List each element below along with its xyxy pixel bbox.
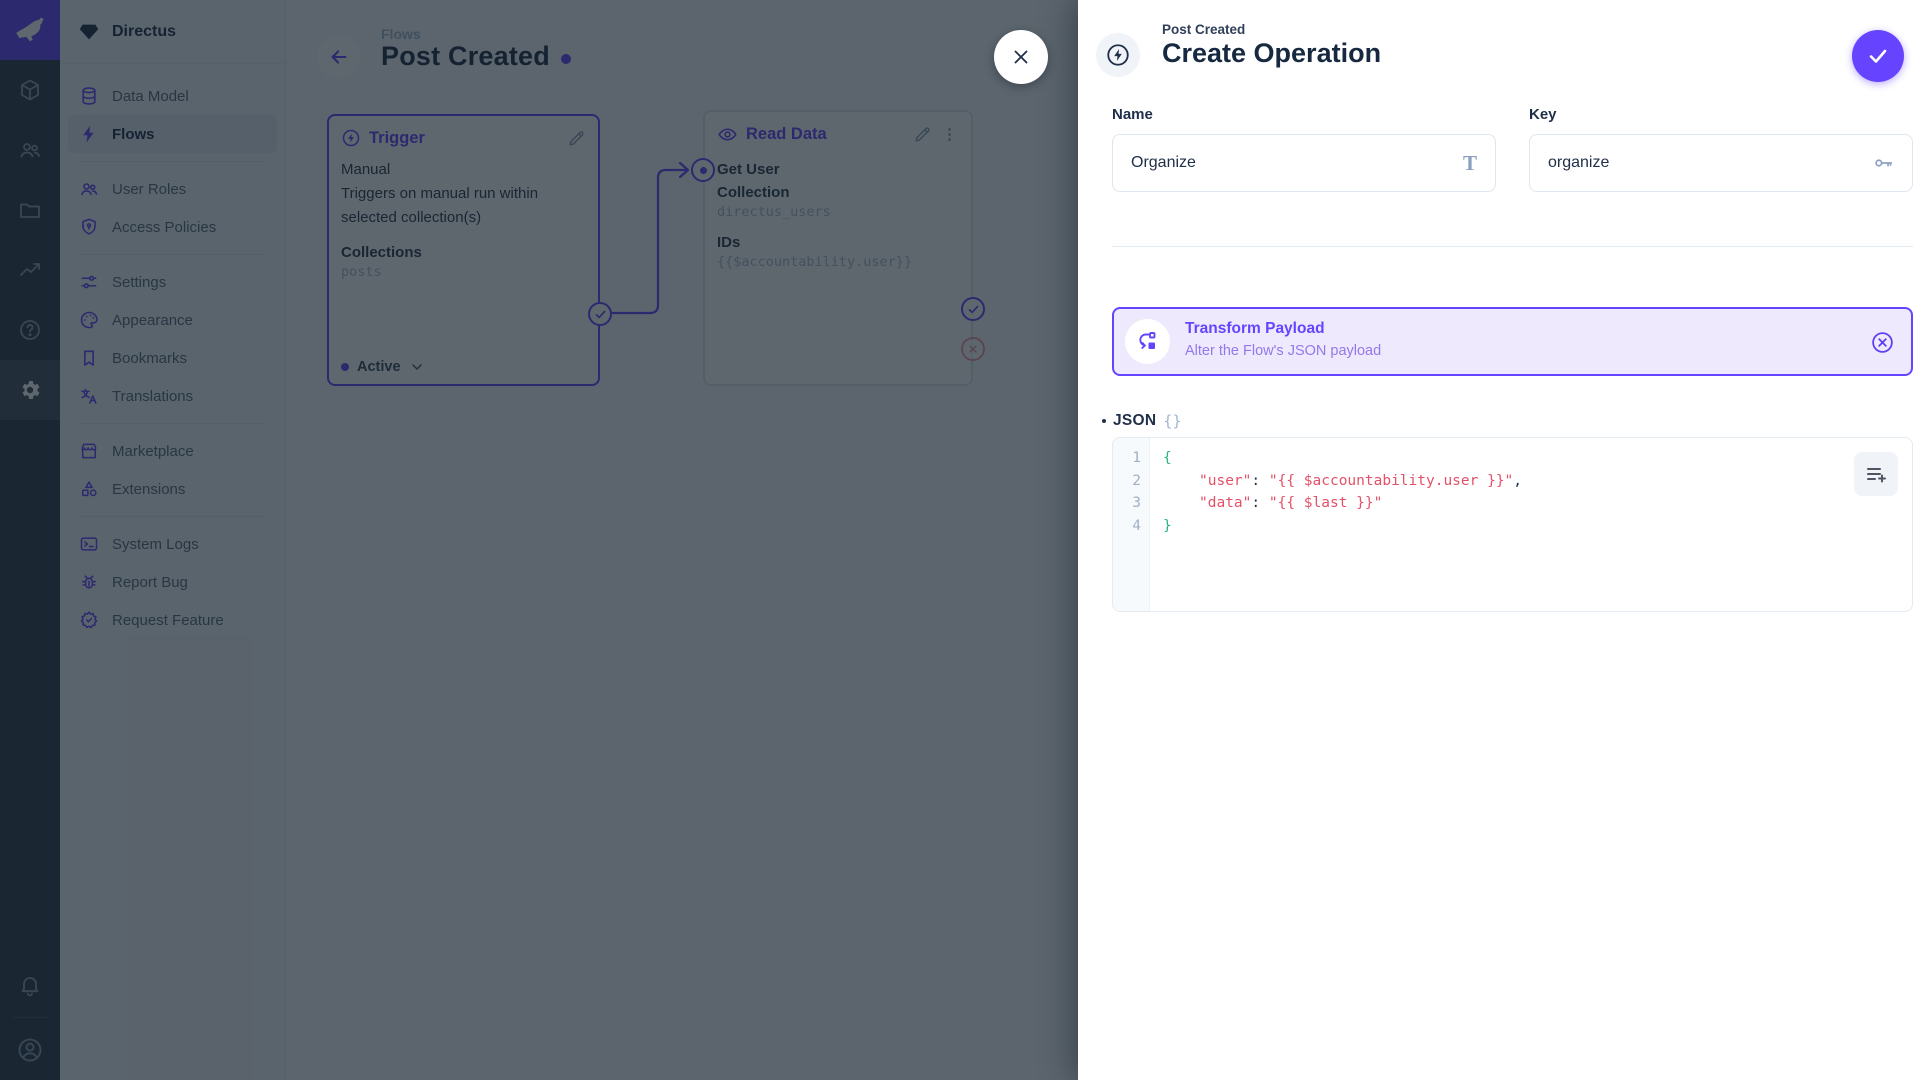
key-input[interactable] — [1548, 154, 1872, 172]
directus-flow-editor: Directus Data Model Flows User Ro — [0, 0, 1920, 1080]
editor-code[interactable]: { "user": "{{ $accountability.user }}", … — [1150, 438, 1912, 611]
json-field-header: JSON {} — [1102, 412, 1181, 430]
code-line-2: "user": "{{ $accountability.user }}", — [1199, 472, 1523, 489]
editor-gutter: 1 2 3 4 — [1113, 438, 1150, 611]
circle-x-icon — [1872, 332, 1893, 353]
bolt-circle-icon — [1107, 44, 1129, 66]
name-field-label: Name — [1112, 106, 1153, 123]
drawer-header-icon — [1096, 33, 1140, 77]
key-field — [1529, 134, 1913, 192]
edited-dot — [1102, 419, 1106, 423]
json-code-editor[interactable]: 1 2 3 4 { "user": "{{ $accountability.us… — [1112, 437, 1913, 612]
key-icon — [1872, 152, 1894, 174]
selected-operation-subtitle: Alter the Flow's JSON payload — [1185, 343, 1382, 359]
code-line-4: } — [1163, 517, 1172, 534]
selected-operation-card[interactable]: Transform Payload Alter the Flow's JSON … — [1112, 307, 1913, 376]
line-number: 2 — [1132, 472, 1141, 489]
close-icon — [1014, 50, 1028, 64]
key-field-label: Key — [1529, 106, 1557, 123]
create-operation-drawer: Post Created Create Operation Name T Key — [1078, 0, 1920, 1080]
drawer-breadcrumb: Post Created — [1162, 22, 1246, 37]
close-drawer-button[interactable] — [994, 30, 1048, 84]
line-number: 4 — [1132, 517, 1141, 534]
code-line-3: "data": "{{ $last }}" — [1199, 495, 1383, 511]
transform-payload-icon — [1125, 319, 1170, 364]
title-formatter-icon: T — [1462, 150, 1477, 175]
playlist-add-icon — [1867, 468, 1886, 483]
json-field-label: JSON — [1113, 412, 1157, 429]
line-number: 3 — [1132, 495, 1141, 511]
selected-operation-title: Transform Payload — [1185, 320, 1325, 337]
template-add-button[interactable] — [1854, 452, 1898, 496]
drawer-title: Create Operation — [1162, 38, 1382, 68]
deselect-operation-button[interactable] — [1870, 330, 1895, 355]
code-line-1: { — [1163, 450, 1172, 466]
line-number: 1 — [1132, 450, 1141, 466]
section-divider — [1112, 246, 1913, 247]
done-button[interactable] — [1852, 30, 1904, 82]
name-input[interactable] — [1131, 154, 1463, 172]
raw-value-icon[interactable]: {} — [1163, 412, 1181, 430]
name-field: T — [1112, 134, 1496, 192]
check-icon — [1869, 49, 1887, 63]
